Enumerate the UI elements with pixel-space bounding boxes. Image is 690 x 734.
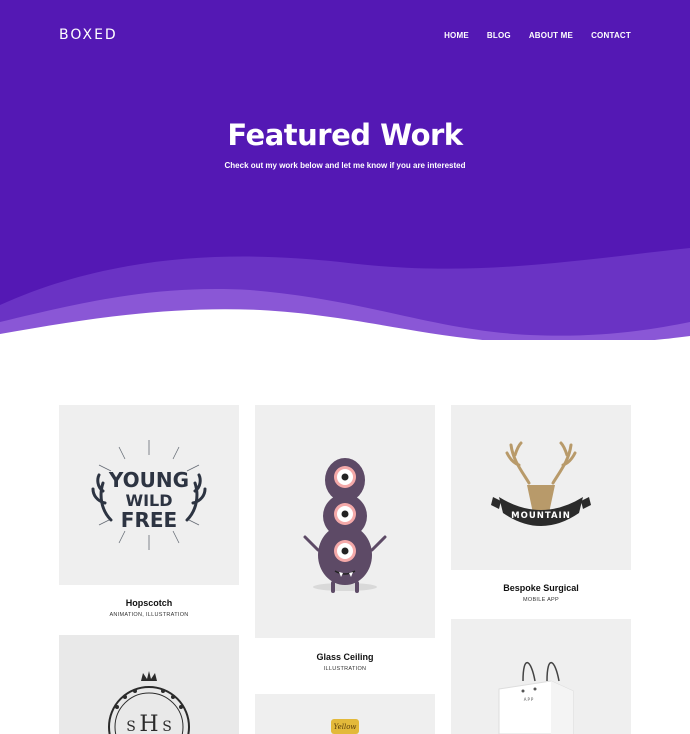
page-subtitle: Check out my work below and let me know …	[224, 161, 466, 170]
card-thumbnail[interactable]: YOUNG WILD FREE	[59, 405, 239, 585]
shs-badge-artwork: S H S	[108, 671, 190, 734]
card-tags: ANIMATION, ILLUSTRATION	[109, 612, 189, 618]
card-title[interactable]: Hopscotch	[59, 598, 239, 608]
nav-home[interactable]: HOME	[444, 31, 469, 40]
card-thumbnail[interactable]: S H S	[59, 635, 239, 734]
card-title[interactable]: Bespoke Surgical	[451, 583, 631, 593]
art-text-line-1: YOUNG	[108, 468, 189, 492]
card-tags: MOBILE APP	[522, 597, 559, 603]
art-letter-s-left: S	[126, 719, 136, 734]
logo-text: BOXED	[59, 27, 115, 43]
mountain-deer-artwork: MOUNTAIN	[491, 441, 591, 526]
art-text-bag: APP	[524, 697, 535, 702]
hero-section: BOXED HOME BLOG ABOUT ME CONTACT Feature…	[0, 0, 690, 340]
card-thumbnail[interactable]: APP	[451, 619, 631, 734]
brand-logo[interactable]: BOXED	[59, 24, 116, 49]
main-nav: HOME BLOG ABOUT ME CONTACT	[444, 31, 631, 40]
hero-wave-decoration	[0, 248, 690, 340]
young-wild-free-artwork: YOUNG WILD FREE	[91, 440, 207, 550]
nav-blog[interactable]: BLOG	[487, 31, 511, 40]
card-tags: ILLUSTRATION	[323, 666, 367, 672]
art-letter-s-right: S	[162, 719, 172, 734]
portfolio-card-glass-ceiling[interactable]: Glass Ceiling ILLUSTRATION	[255, 405, 435, 675]
yellow-label-artwork: Yellow	[331, 719, 359, 734]
shopping-bag-artwork: APP	[498, 661, 574, 734]
art-letter-h: H	[139, 712, 158, 734]
portfolio-card-hopscotch[interactable]: YOUNG WILD FREE Hopscotch ANIMATION, ILL…	[59, 405, 239, 627]
portfolio-card-shs[interactable]: S H S	[59, 635, 239, 734]
boxed-logo-icon: BOXED	[59, 27, 116, 43]
card-thumbnail[interactable]	[255, 405, 435, 638]
art-text-line-3: FREE	[121, 508, 177, 532]
monster-illustration	[303, 458, 387, 593]
portfolio-card-bespoke-surgical[interactable]: MOUNTAIN Bespoke Surgical MOBILE APP	[451, 405, 631, 610]
portfolio-card-yellow[interactable]: Yellow	[255, 694, 435, 734]
nav-contact[interactable]: CONTACT	[591, 31, 631, 40]
nav-about-me[interactable]: ABOUT ME	[529, 31, 573, 40]
art-text-mountain: MOUNTAIN	[511, 511, 571, 521]
card-thumbnail[interactable]: MOUNTAIN	[451, 405, 631, 570]
page-title: Featured Work	[227, 118, 463, 152]
card-title[interactable]: Glass Ceiling	[255, 652, 435, 662]
art-text-yellow: Yellow	[334, 723, 357, 731]
card-thumbnail[interactable]: Yellow	[255, 694, 435, 734]
portfolio-card-shopping-bag[interactable]: APP	[451, 619, 631, 734]
